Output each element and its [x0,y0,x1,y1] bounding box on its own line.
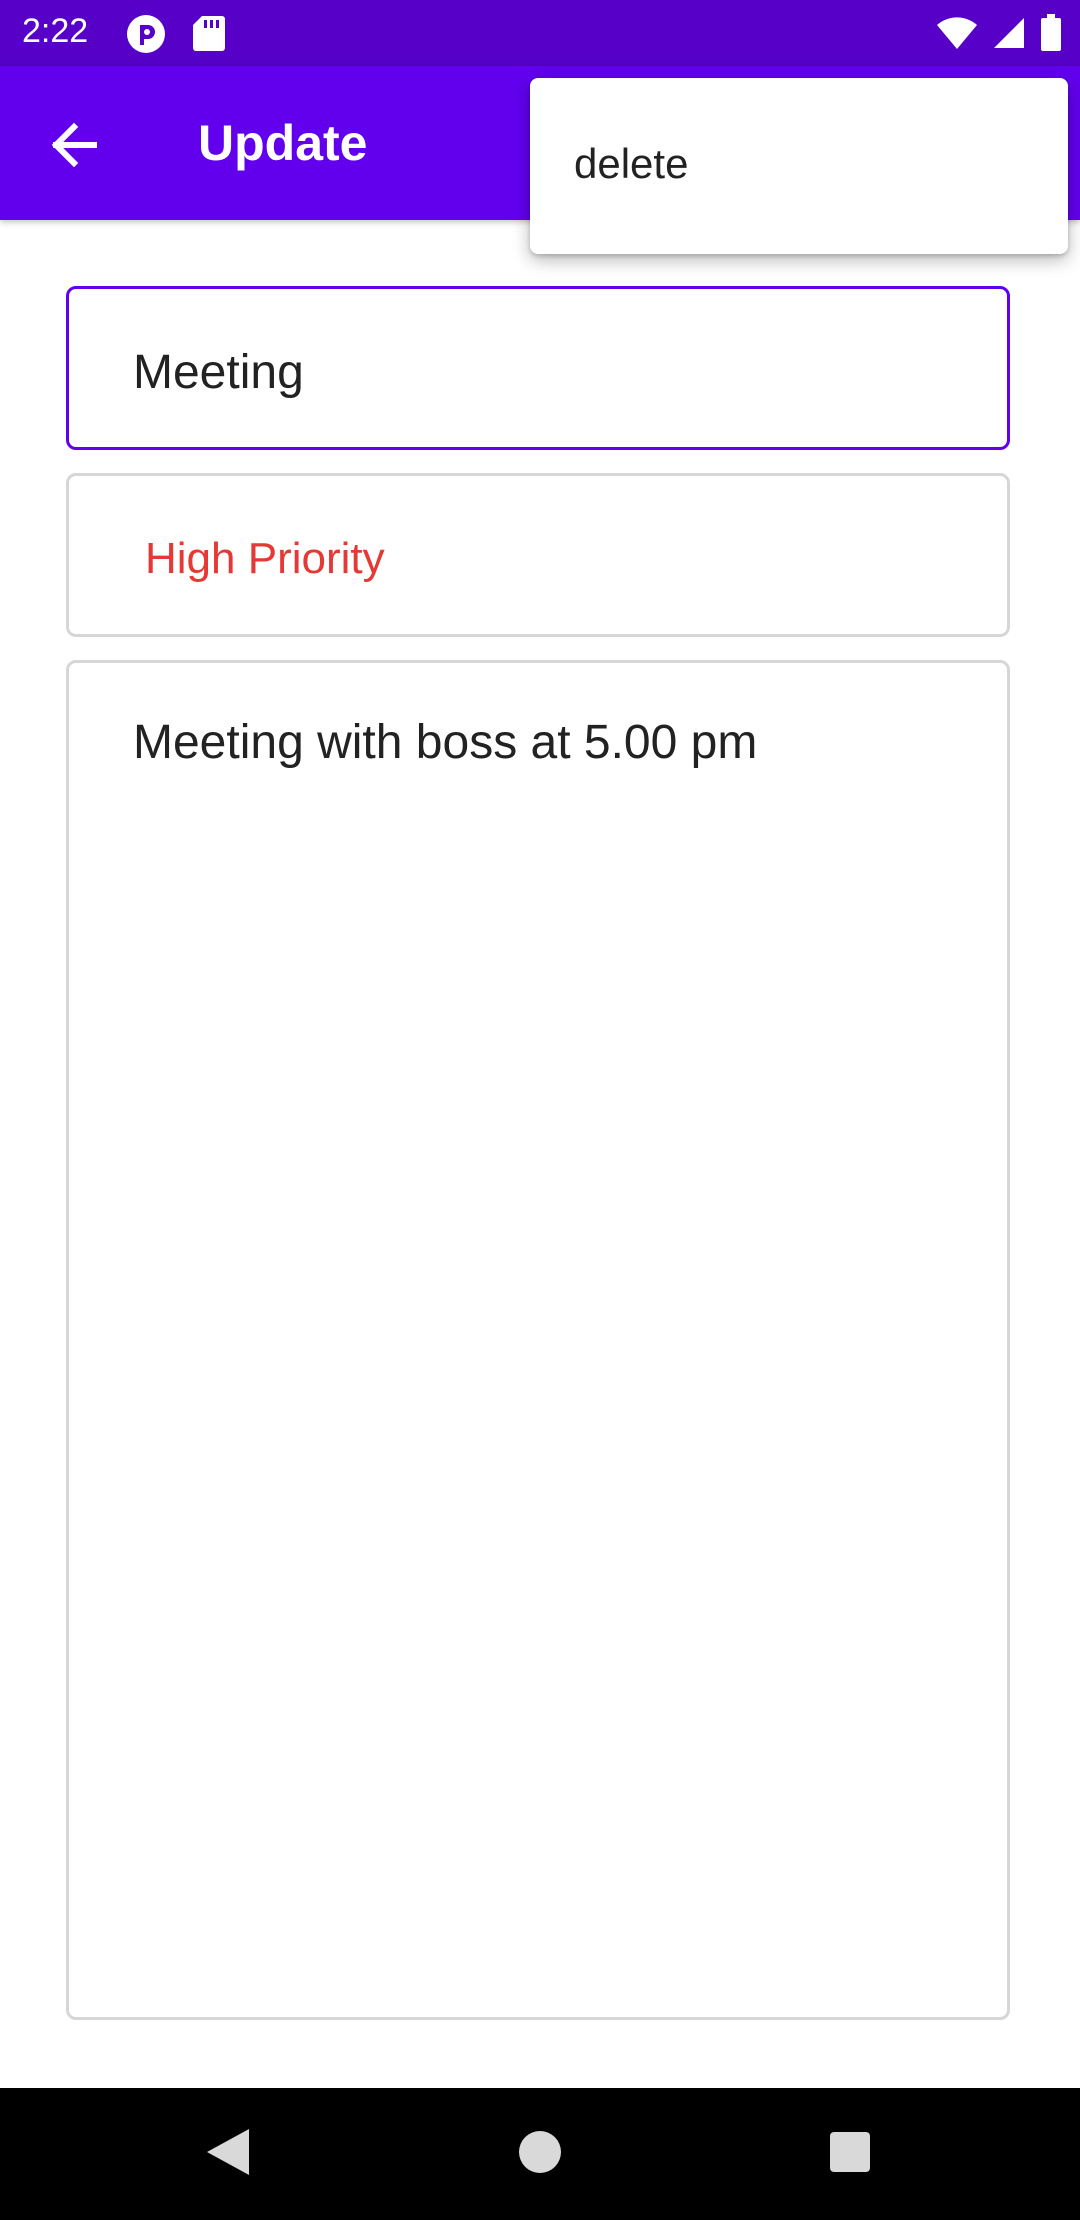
page-title: Update [198,115,368,171]
recents-square-icon [829,2131,871,2178]
home-circle-icon [518,2130,562,2179]
battery-icon [1040,14,1062,57]
nav-home-button[interactable] [474,2088,606,2220]
nav-back-button[interactable] [162,2088,294,2220]
back-button[interactable] [40,110,110,180]
menu-item-label: delete [574,140,689,187]
title-field[interactable]: Meeting [66,286,1010,450]
menu-item-delete[interactable]: delete [530,78,1068,254]
arrow-back-icon [40,122,110,184]
system-nav-bar [0,2088,1080,2220]
sd-card-icon [192,14,226,57]
title-field-value: Meeting [133,346,304,399]
description-field[interactable]: Meeting with boss at 5.00 pm [66,660,1010,2020]
priority-value: High Priority [145,534,385,583]
back-triangle-icon [205,2127,251,2182]
status-bar: 2:22 [0,0,1080,66]
status-icons [936,14,1062,57]
wifi-icon [936,15,978,56]
priority-field[interactable]: High Priority [66,473,1010,637]
pocket-casts-icon [126,14,166,59]
description-value: Meeting with boss at 5.00 pm [133,716,758,769]
nav-recents-button[interactable] [784,2088,916,2220]
status-time: 2:22 [22,12,89,50]
cell-signal-icon [992,16,1026,55]
overflow-menu: delete [530,78,1068,254]
